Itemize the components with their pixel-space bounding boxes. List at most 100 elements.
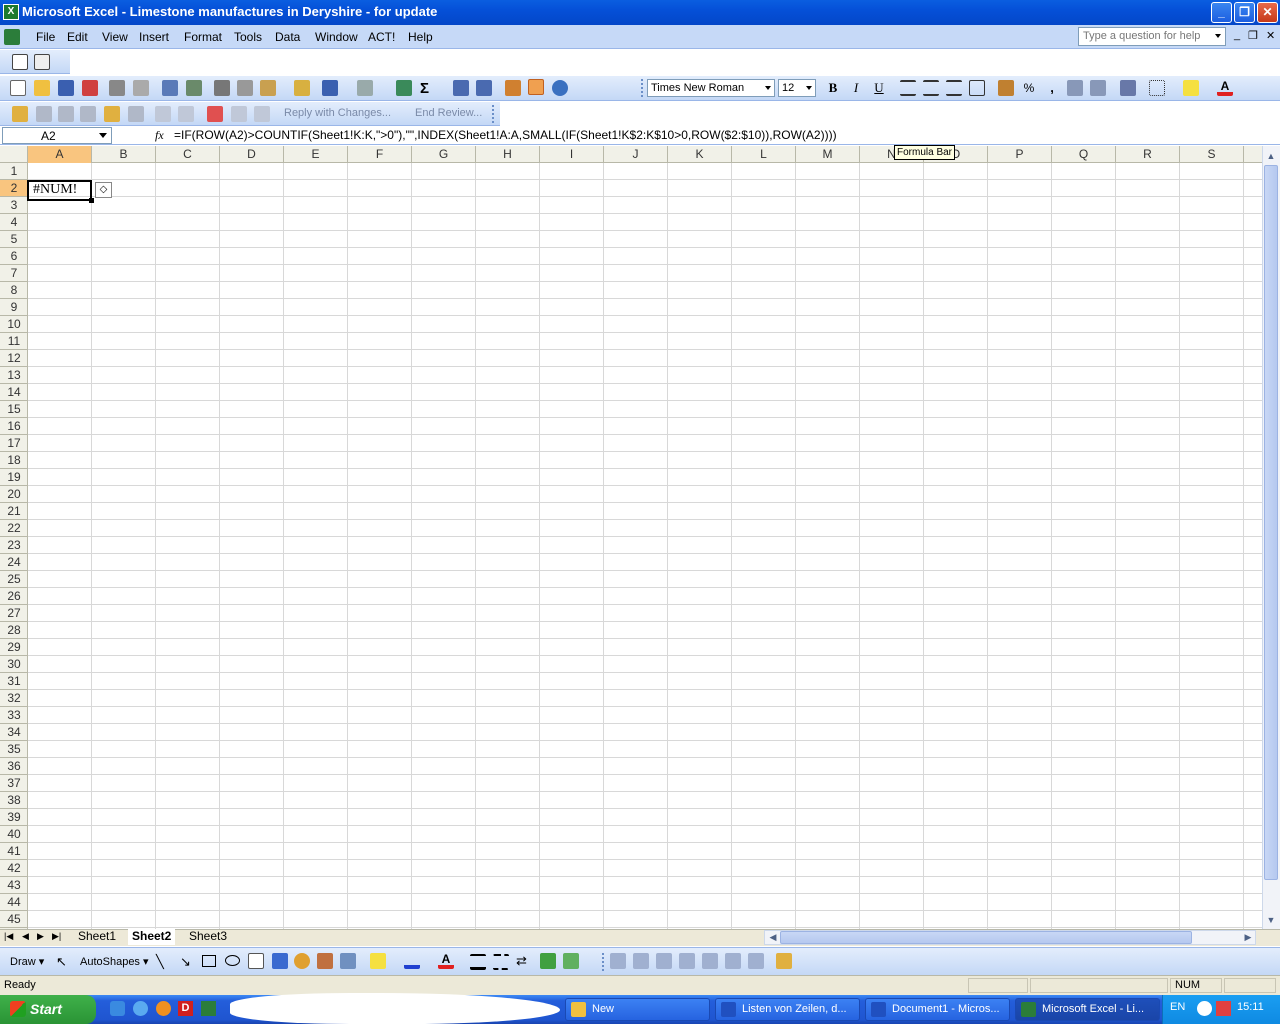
wordart-icon[interactable] <box>272 953 288 969</box>
tray-network-icon[interactable] <box>1216 1001 1231 1016</box>
row-header-2[interactable]: 2 <box>0 180 28 197</box>
tab-sheet3[interactable]: Sheet3 <box>185 929 231 945</box>
row-header-33[interactable]: 33 <box>0 707 28 724</box>
column-header-a[interactable]: A <box>28 146 92 163</box>
paste-icon[interactable] <box>260 80 276 96</box>
row-header-18[interactable]: 18 <box>0 452 28 469</box>
research-icon[interactable] <box>186 80 202 96</box>
sort-descending-icon[interactable] <box>476 80 492 96</box>
permission-icon[interactable] <box>82 80 98 96</box>
error-check-icon[interactable]: ◇ <box>95 182 112 198</box>
row-header-22[interactable]: 22 <box>0 520 28 537</box>
diagram-icon[interactable] <box>294 953 310 969</box>
row-header-24[interactable]: 24 <box>0 554 28 571</box>
select-all-corner[interactable] <box>0 146 28 163</box>
row-header-20[interactable]: 20 <box>0 486 28 503</box>
close-button[interactable]: ✕ <box>1257 2 1278 23</box>
dash-style-icon[interactable] <box>493 954 509 970</box>
line-style-icon[interactable] <box>470 954 486 970</box>
help-icon[interactable] <box>552 80 568 96</box>
row-header-13[interactable]: 13 <box>0 367 28 384</box>
column-header-r[interactable]: R <box>1116 146 1180 163</box>
restore-button[interactable]: ❐ <box>1234 2 1255 23</box>
column-header-j[interactable]: J <box>604 146 668 163</box>
line-icon[interactable]: ╲ <box>156 954 164 970</box>
spelling-icon[interactable] <box>162 80 178 96</box>
column-header-q[interactable]: Q <box>1052 146 1116 163</box>
hyperlink-icon[interactable] <box>396 80 412 96</box>
textbox-icon[interactable] <box>248 953 264 969</box>
review-icon-5[interactable] <box>128 106 144 122</box>
menu-file[interactable]: File <box>36 30 55 44</box>
name-box-dropdown-icon[interactable] <box>99 133 107 138</box>
row-header-9[interactable]: 9 <box>0 299 28 316</box>
column-header-b[interactable]: B <box>92 146 156 163</box>
arrow-style-icon[interactable]: ⇄ <box>516 953 527 969</box>
quicklaunch-firefox-icon[interactable] <box>156 1001 171 1016</box>
copy-icon[interactable] <box>237 80 253 96</box>
comma-button[interactable]: , <box>1044 80 1060 96</box>
row-header-11[interactable]: 11 <box>0 333 28 350</box>
review-icon-2[interactable] <box>58 106 74 122</box>
autosum-icon[interactable]: Σ <box>420 80 429 97</box>
row-header-27[interactable]: 27 <box>0 605 28 622</box>
track-changes-icon[interactable] <box>207 106 223 122</box>
decrease-decimal-icon[interactable] <box>1090 80 1106 96</box>
oval-icon[interactable] <box>225 955 240 966</box>
underline-button[interactable]: U <box>871 80 887 96</box>
column-header-p[interactable]: P <box>988 146 1052 163</box>
currency-icon[interactable] <box>998 80 1014 96</box>
end-review-button[interactable]: End Review... <box>415 107 482 119</box>
reply-with-changes-button[interactable]: Reply with Changes... <box>284 107 391 119</box>
column-header-k[interactable]: K <box>668 146 732 163</box>
draw-extra-icon-1[interactable] <box>610 953 626 969</box>
row-header-37[interactable]: 37 <box>0 775 28 792</box>
tab-sheet1[interactable]: Sheet1 <box>74 929 120 945</box>
increase-decimal-icon[interactable] <box>1067 80 1083 96</box>
column-header-m[interactable]: M <box>796 146 860 163</box>
3d-icon[interactable] <box>563 953 579 969</box>
align-right-icon[interactable] <box>946 80 962 96</box>
row-header-1[interactable]: 1 <box>0 163 28 180</box>
draw-menu-button[interactable]: Draw ▾ <box>10 955 44 968</box>
percent-button[interactable]: % <box>1021 80 1037 96</box>
task-document1[interactable]: Document1 - Micros... <box>865 998 1010 1021</box>
row-header-43[interactable]: 43 <box>0 877 28 894</box>
draw-extra-icon-4[interactable] <box>679 953 695 969</box>
doc-restore-button[interactable]: ❐ <box>1248 29 1258 42</box>
merge-center-icon[interactable] <box>969 80 985 96</box>
draw-extra-icon-6[interactable] <box>725 953 741 969</box>
bold-button[interactable]: B <box>825 80 841 96</box>
column-header-i[interactable]: I <box>540 146 604 163</box>
column-header-g[interactable]: G <box>412 146 476 163</box>
align-center-icon[interactable] <box>923 80 939 96</box>
quicklaunch-ie-icon[interactable] <box>133 1001 148 1016</box>
font-dropdown-icon[interactable] <box>765 86 771 90</box>
clipart-icon[interactable] <box>317 953 333 969</box>
row-header-45[interactable]: 45 <box>0 911 28 928</box>
row-header-19[interactable]: 19 <box>0 469 28 486</box>
name-box[interactable]: A2 <box>2 127 112 144</box>
save-icon[interactable] <box>58 80 74 96</box>
reading-layout-icon[interactable] <box>12 54 28 70</box>
row-header-7[interactable]: 7 <box>0 265 28 282</box>
language-indicator[interactable]: EN <box>1170 1001 1185 1013</box>
fill-color-icon[interactable] <box>1183 80 1199 96</box>
row-header-21[interactable]: 21 <box>0 503 28 520</box>
font-name-select[interactable]: Times New Roman <box>647 79 775 97</box>
column-header-e[interactable]: E <box>284 146 348 163</box>
menu-view[interactable]: View <box>102 30 128 44</box>
row-header-6[interactable]: 6 <box>0 248 28 265</box>
row-header-4[interactable]: 4 <box>0 214 28 231</box>
menu-data[interactable]: Data <box>275 30 300 44</box>
drawing-toggle-icon[interactable] <box>528 79 544 95</box>
prev-sheet-icon[interactable]: ◀ <box>22 931 29 942</box>
workbook-icon[interactable] <box>4 29 20 45</box>
fill-handle[interactable] <box>89 198 94 203</box>
rectangle-icon[interactable] <box>202 955 216 967</box>
row-header-42[interactable]: 42 <box>0 860 28 877</box>
row-header-23[interactable]: 23 <box>0 537 28 554</box>
doc-close-button[interactable]: ✕ <box>1266 29 1275 42</box>
line-color-icon[interactable] <box>404 953 420 969</box>
scroll-down-icon[interactable]: ▼ <box>1263 912 1279 928</box>
